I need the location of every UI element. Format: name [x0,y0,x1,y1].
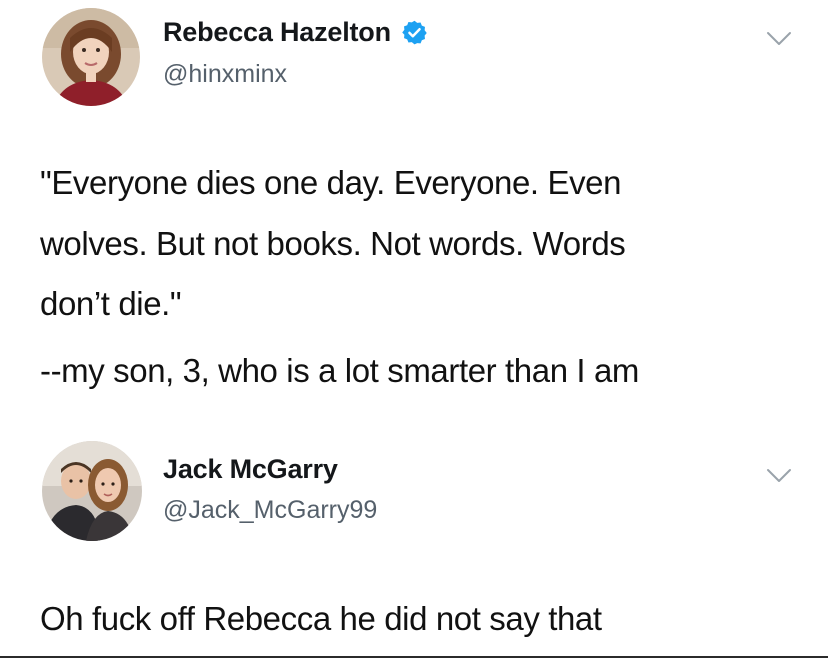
tweet-text-line: "Everyone dies one day. Everyone. Even [40,164,622,201]
author-name-row: Jack McGarry [163,454,338,485]
avatar-image [42,8,140,106]
avatar-jack-mcgarry[interactable] [42,441,142,541]
verified-badge-icon [401,19,428,46]
display-name[interactable]: Jack McGarry [163,454,338,485]
chevron-down-icon[interactable] [766,468,792,484]
display-name[interactable]: Rebecca Hazelton [163,17,391,48]
avatar-image [42,441,142,541]
avatar-rebecca-hazelton[interactable] [42,8,140,106]
tweet-text-line: Oh fuck off Rebecca he did not say that [40,600,602,637]
handle[interactable]: @Jack_McGarry99 [163,496,377,525]
tweet-text-line: wolves. But not books. Not words. Words [40,225,626,262]
chevron-down-icon[interactable] [766,31,792,47]
handle[interactable]: @hinxminx [163,60,287,89]
divider [0,656,828,658]
tweet-original: Rebecca Hazelton @hinxminx "Everyone die… [0,0,828,430]
author-name-row: Rebecca Hazelton [163,17,428,48]
tweet-text-line: --my son, 3, who is a lot smarter than I… [40,352,640,389]
tweet-text-line: don’t die." [40,285,182,322]
tweet-reply: Jack McGarry @Jack_McGarry99 Oh fuck off… [0,430,828,662]
